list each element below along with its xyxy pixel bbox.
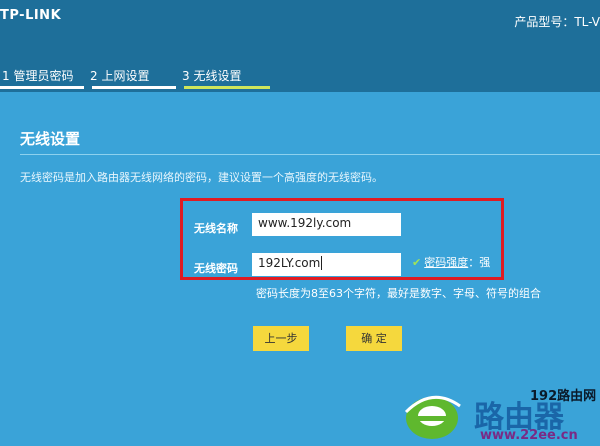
password-strength: ✔ 密码强度：强 (412, 254, 490, 270)
step-wireless-setup[interactable]: 3 无线设置 (182, 67, 241, 84)
page-title: 无线设置 (20, 130, 81, 148)
ssid-label: 无线名称 (194, 222, 238, 235)
step-admin-password[interactable]: 1 管理员密码 (2, 67, 73, 84)
ssid-input[interactable]: www.192ly.com (252, 213, 401, 236)
password-input[interactable]: 192LY.com​ (252, 253, 401, 276)
text-cursor: ​ (321, 256, 323, 270)
check-icon: ✔ (412, 256, 422, 269)
password-label: 无线密码 (194, 262, 238, 275)
password-strength-link[interactable]: 密码强度 (424, 256, 468, 269)
password-value: 192LY.com (258, 256, 321, 270)
watermark-e-logo-icon (404, 395, 461, 439)
setup-steps: 1 管理员密码 2 上网设置 3 无线设置 (0, 62, 600, 92)
strength-value: 强 (479, 256, 491, 269)
header: TP-LINK 产品型号：TL-V (0, 0, 600, 62)
confirm-button[interactable]: 确 定 (346, 326, 402, 351)
password-hint: 密码长度为8至63个字符，最好是数字、字母、符号的组合 (256, 287, 541, 300)
step-bar-2 (92, 86, 176, 89)
section-description: 无线密码是加入路由器无线网络的密码，建议设置一个高强度的无线密码。 (20, 171, 383, 184)
product-model-label: 产品型号：TL-V (514, 15, 600, 29)
title-divider (20, 154, 600, 155)
tp-link-logo: TP-LINK (0, 8, 62, 23)
step-bar-1 (0, 86, 84, 89)
step-internet-setup[interactable]: 2 上网设置 (90, 67, 149, 84)
main-content: 无线设置 无线密码是加入路由器无线网络的密码，建议设置一个高强度的无线密码。 无… (0, 92, 600, 446)
strength-separator: ： (468, 256, 480, 269)
prev-button[interactable]: 上一步 (253, 326, 309, 351)
step-bar-3-active (184, 86, 270, 89)
watermark-url: www.22ee.cn (480, 428, 578, 443)
